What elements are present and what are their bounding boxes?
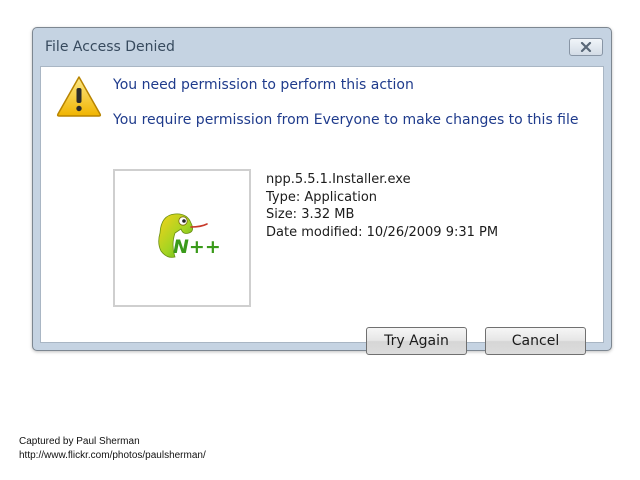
file-size: Size: 3.32 MB bbox=[266, 207, 355, 222]
dialog-content: You need permission to perform this acti… bbox=[40, 66, 604, 355]
close-icon bbox=[580, 42, 592, 52]
close-button[interactable] bbox=[569, 38, 603, 56]
dialog-heading: You need permission to perform this acti… bbox=[113, 77, 414, 93]
credit-url[interactable]: http://www.flickr.com/photos/paulsherman… bbox=[19, 449, 206, 463]
try-again-button[interactable]: Try Again bbox=[366, 327, 467, 355]
dialog-message: You require permission from Everyone to … bbox=[113, 112, 579, 128]
photo-credit: Captured by Paul Sherman http://www.flic… bbox=[19, 435, 206, 463]
notepad-plus-plus-icon: N++ bbox=[158, 213, 221, 258]
dialog-title: File Access Denied bbox=[45, 39, 175, 55]
file-thumbnail: N++ bbox=[113, 169, 251, 307]
screenshot-stage: File Access Denied You need permission t… bbox=[0, 0, 640, 480]
cancel-button[interactable]: Cancel bbox=[485, 327, 586, 355]
file-name: npp.5.5.1.Installer.exe bbox=[266, 172, 411, 187]
svg-text:N++: N++ bbox=[173, 236, 221, 258]
warning-icon bbox=[56, 76, 102, 117]
credit-text: Captured by Paul Sherman bbox=[19, 436, 140, 447]
dialog-titlebar[interactable]: File Access Denied bbox=[33, 28, 611, 66]
file-date-modified: Date modified: 10/26/2009 9:31 PM bbox=[266, 224, 499, 240]
file-access-denied-dialog: File Access Denied You need permission t… bbox=[32, 27, 612, 355]
file-details: npp.5.5.1.Installer.exe Type: Applicatio… bbox=[266, 171, 498, 241]
file-type: Type: Application bbox=[266, 189, 378, 205]
